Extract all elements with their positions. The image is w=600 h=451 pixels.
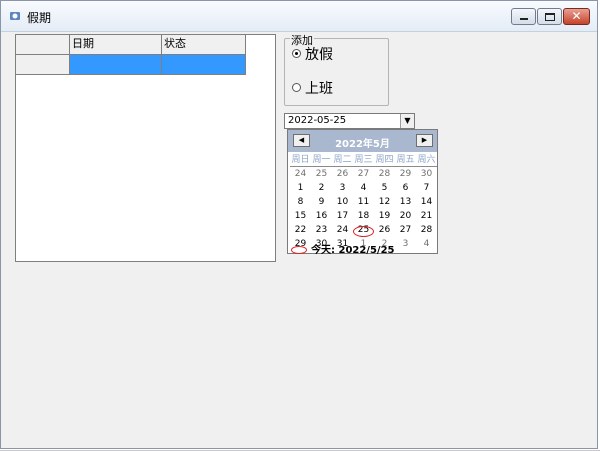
radio-selected-icon[interactable]	[292, 49, 301, 58]
calendar-day[interactable]: 24	[290, 168, 311, 180]
maximize-icon	[545, 13, 555, 21]
minimize-icon	[520, 18, 528, 20]
calendar-day[interactable]: 25	[311, 168, 332, 180]
close-button[interactable]: ✕	[563, 8, 590, 25]
calendar-day[interactable]: 18	[353, 210, 374, 222]
weekday-row: 周日 周一 周二 周三 周四 周五 周六	[290, 154, 437, 167]
today-ring-icon	[291, 246, 307, 254]
calendar-day[interactable]: 26	[332, 168, 353, 180]
calendar-day[interactable]: 7	[416, 182, 437, 194]
radio-unselected-icon[interactable]	[292, 83, 301, 92]
calendar-day[interactable]: 27	[395, 224, 416, 236]
radio-holiday-label: 放假	[305, 47, 333, 63]
date-column-header[interactable]: 日期	[70, 35, 162, 55]
calendar-day[interactable]: 27	[353, 168, 374, 180]
calendar-day[interactable]: 29	[395, 168, 416, 180]
calendar-header: ◀ 2022年5月 ▶	[288, 130, 437, 152]
weekday-mon: 周一	[312, 155, 331, 165]
calendar-day[interactable]: 16	[311, 210, 332, 222]
month-title[interactable]: 2022年5月	[288, 135, 437, 150]
calendar-day[interactable]: 11	[353, 196, 374, 208]
calendar-day[interactable]: 23	[311, 224, 332, 236]
weekday-sun: 周日	[291, 155, 310, 165]
radio-workday[interactable]: 上班	[292, 78, 333, 98]
minimize-button[interactable]	[511, 8, 536, 25]
calendar-day[interactable]: 6	[395, 182, 416, 194]
calendar-day[interactable]: 8	[290, 196, 311, 208]
date-picker-field[interactable]: 2022-05-25 ▼	[284, 113, 415, 129]
calendar-day[interactable]: 19	[374, 210, 395, 222]
calendar-day[interactable]: 1	[290, 182, 311, 194]
calendar-day[interactable]: 5	[374, 182, 395, 194]
calendar-day[interactable]: 13	[395, 196, 416, 208]
calendar-day[interactable]: 4	[353, 182, 374, 194]
calendar-day[interactable]: 30	[416, 168, 437, 180]
calendar-day[interactable]: 9	[311, 196, 332, 208]
calendar-dropdown[interactable]: ◀ 2022年5月 ▶ 周日 周一 周二 周三 周四 周五 周六 24 25 26 2…	[287, 129, 438, 256]
selected-day-ring	[353, 226, 374, 237]
main-window: 假期 ✕ 日期 状态 添加 放假 上班 2022-05-25 ▼ ◀ 2022年…	[0, 0, 598, 449]
calendar-day[interactable]: 15	[290, 210, 311, 222]
calendar-day[interactable]: 22	[290, 224, 311, 236]
window-title: 假期	[27, 11, 52, 25]
triangle-right-icon[interactable]: ▶	[416, 134, 433, 147]
chevron-down-icon[interactable]: ▼	[400, 114, 414, 128]
status-cell[interactable]	[162, 55, 246, 75]
date-cell[interactable]	[70, 55, 162, 75]
status-column-header[interactable]: 状态	[162, 35, 246, 55]
weekday-thu: 周四	[375, 155, 394, 165]
today-button[interactable]: 今天: 2022/5/25	[291, 241, 395, 256]
radio-holiday[interactable]: 放假	[292, 44, 333, 64]
calendar-day[interactable]: 28	[416, 224, 437, 236]
calendar-day[interactable]: 3	[332, 182, 353, 194]
app-icon	[9, 10, 21, 22]
calendar-day[interactable]: 3	[395, 238, 416, 250]
calendar-day[interactable]: 14	[416, 196, 437, 208]
weekday-wed: 周三	[354, 155, 373, 165]
calendar-day[interactable]: 12	[374, 196, 395, 208]
radio-workday-label: 上班	[305, 81, 333, 97]
weekday-sat: 周六	[417, 155, 436, 165]
close-icon: ✕	[571, 9, 582, 23]
weekday-fri: 周五	[396, 155, 415, 165]
calendar-day[interactable]: 28	[374, 168, 395, 180]
calendar-day[interactable]: 21	[416, 210, 437, 222]
row-header-column[interactable]	[16, 35, 70, 55]
calendar-day[interactable]: 26	[374, 224, 395, 236]
calendar-day[interactable]: 10	[332, 196, 353, 208]
calendar-day[interactable]: 17	[332, 210, 353, 222]
calendar-day[interactable]: 4	[416, 238, 437, 250]
data-grid[interactable]: 日期 状态	[15, 34, 276, 262]
date-value: 2022-05-25	[288, 115, 347, 126]
today-label: 今天: 2022/5/25	[311, 245, 395, 256]
calendar-day[interactable]: 2	[311, 182, 332, 194]
weekday-tue: 周二	[333, 155, 352, 165]
calendar-day[interactable]: 24	[332, 224, 353, 236]
calendar-day[interactable]: 20	[395, 210, 416, 222]
maximize-button[interactable]	[537, 8, 562, 25]
title-bar[interactable]: 假期 ✕	[1, 1, 597, 32]
row-header[interactable]	[16, 55, 70, 75]
